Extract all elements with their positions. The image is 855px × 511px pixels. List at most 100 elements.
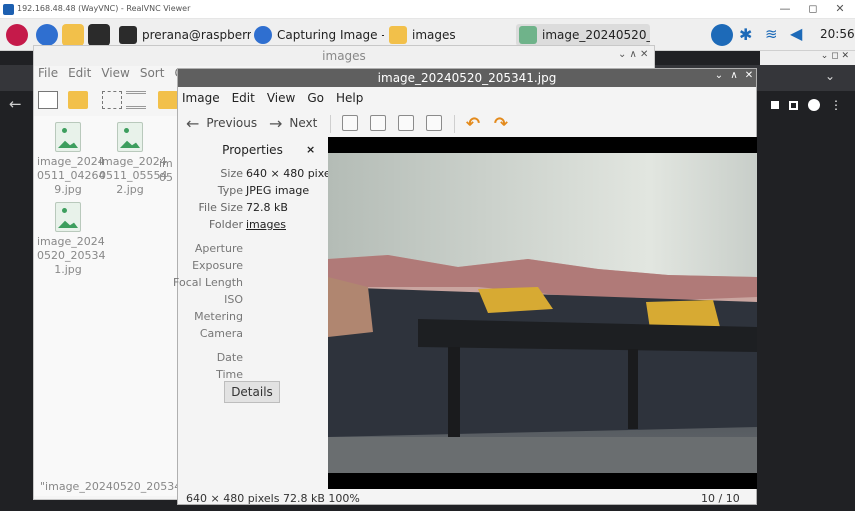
- file-manager-menubar: File Edit View Sort Go: [34, 66, 191, 86]
- property-value: 640 × 480 pixels: [246, 167, 340, 180]
- file-name-line: 1.jpg: [54, 263, 82, 276]
- image-icon: [519, 26, 537, 44]
- details-button[interactable]: Details: [224, 381, 280, 403]
- next-label: Next: [289, 116, 318, 130]
- volume-icon[interactable]: ◀: [790, 24, 802, 43]
- list-view-icon[interactable]: [126, 91, 146, 109]
- browser-toolbar-icons: ⋮: [757, 97, 855, 113]
- menu-view[interactable]: View: [267, 88, 295, 108]
- menu-edit[interactable]: Edit: [232, 88, 255, 108]
- zoom-fit-icon[interactable]: [398, 115, 414, 131]
- file-item[interactable]: image_2024 0511_05554 2.jpg: [99, 120, 168, 197]
- rotate-left-icon[interactable]: ↶: [464, 114, 482, 134]
- raspberry-menu-icon[interactable]: [6, 24, 28, 46]
- new-folder-icon[interactable]: [68, 91, 88, 109]
- file-icon-grid: image_2024 0511_04264 9.jpg image_2024 0…: [34, 116, 179, 496]
- file-manager-launcher-icon[interactable]: [62, 24, 84, 46]
- browser-window-controls[interactable]: ⌄ ◻ ✕: [760, 51, 855, 65]
- viewer-close-button[interactable]: ✕: [742, 70, 756, 81]
- property-key: ISO: [224, 293, 243, 306]
- property-key: Time: [216, 368, 243, 381]
- image-canvas[interactable]: [328, 137, 757, 489]
- vnc-close-button[interactable]: ✕: [829, 2, 851, 15]
- tab-search-chevron-icon[interactable]: ⌄: [825, 69, 835, 83]
- file-manager-status: "image_20240520_205341.jp: [40, 480, 179, 493]
- menu-go[interactable]: Go: [307, 88, 324, 108]
- zoom-out-icon[interactable]: [370, 115, 386, 131]
- menu-image[interactable]: Image: [182, 88, 220, 108]
- property-key: Camera: [199, 327, 243, 340]
- side-panel-icon[interactable]: [789, 100, 798, 110]
- properties-close-icon[interactable]: ×: [306, 143, 315, 156]
- property-exposure: Exposure: [178, 259, 327, 276]
- previous-button[interactable]: ← Previous: [186, 113, 257, 133]
- viewer-maximize-button[interactable]: ∧: [727, 70, 741, 81]
- chromium-icon: [254, 26, 272, 44]
- file-manager-title: images: [34, 46, 654, 66]
- file-name-line: 0511_04264: [37, 169, 106, 182]
- menu-sort[interactable]: Sort: [140, 66, 165, 86]
- vnc-minimize-button[interactable]: —: [774, 2, 796, 15]
- next-button[interactable]: → Next: [269, 113, 317, 133]
- file-name-line: 05: [159, 171, 173, 184]
- image-file-icon: [117, 122, 143, 152]
- task-image-viewer[interactable]: image_20240520_20...: [516, 24, 650, 46]
- folder-link[interactable]: images: [246, 218, 286, 231]
- property-date: Date: [178, 351, 327, 368]
- property-file-size: File Size 72.8 kB: [178, 201, 327, 218]
- file-name-line: image_2024: [99, 155, 167, 168]
- property-aperture: Aperture: [178, 242, 327, 259]
- terminal-launcher-icon[interactable]: [88, 24, 110, 46]
- property-key: Aperture: [194, 242, 243, 255]
- rotate-right-icon[interactable]: ↷: [492, 114, 510, 134]
- vnc-title-bar: 192.168.48.48 (WayVNC) - RealVNC Viewer …: [0, 0, 855, 19]
- menu-edit[interactable]: Edit: [68, 66, 91, 86]
- file-item[interactable]: image_2024 0511_04264 9.jpg: [37, 120, 106, 197]
- task-label: Capturing Image - Ch...: [277, 28, 384, 42]
- property-type: Type JPEG image: [178, 184, 327, 201]
- file-name-line: 9.jpg: [54, 183, 82, 196]
- toolbar-separator: [330, 115, 331, 133]
- browser-back-icon[interactable]: ←: [9, 95, 22, 113]
- file-item[interactable]: image_2024 0520_20534 1.jpg: [37, 200, 106, 277]
- file-manager-window-controls[interactable]: ⌄ ∧ ✕: [618, 49, 648, 60]
- home-folder-icon[interactable]: [158, 91, 178, 109]
- image-viewer-window: image_20240520_205341.jpg ⌄ ∧ ✕ Image Ed…: [173, 68, 757, 505]
- vnc-app-icon: [3, 4, 14, 15]
- property-value: 72.8 kB: [246, 201, 288, 214]
- wifi-icon[interactable]: ≋: [765, 25, 778, 43]
- file-name-line: 2.jpg: [116, 183, 144, 196]
- image-file-icon: [55, 122, 81, 152]
- property-size: Size 640 × 480 pixels: [178, 167, 339, 184]
- extension-icon[interactable]: [771, 101, 779, 109]
- file-item[interactable]: im 05: [159, 120, 179, 185]
- file-name-line: image_2024: [37, 155, 105, 168]
- task-terminal[interactable]: prerana@raspberrypi...: [116, 24, 251, 46]
- task-label: images: [412, 28, 456, 42]
- more-menu-icon[interactable]: ⋮: [830, 98, 842, 112]
- properties-panel: Properties × Size 640 × 480 pixels Type …: [173, 137, 339, 487]
- viewer-minimize-button[interactable]: ⌄: [712, 70, 726, 81]
- vnc-maximize-button[interactable]: ◻: [802, 2, 824, 15]
- property-key: Size: [220, 167, 243, 180]
- bluetooth-icon[interactable]: ✱: [739, 25, 752, 44]
- browser-launcher-icon[interactable]: [36, 24, 58, 46]
- updates-icon[interactable]: [711, 24, 733, 46]
- property-focal-length: Focal Length: [173, 276, 327, 293]
- file-name-line: image_2024: [37, 235, 105, 248]
- property-folder: Folder images: [178, 218, 327, 235]
- menu-view[interactable]: View: [101, 66, 129, 86]
- new-window-icon[interactable]: [38, 91, 58, 109]
- clock[interactable]: 20:56: [820, 27, 855, 41]
- property-key: Type: [217, 184, 243, 197]
- property-key: Metering: [194, 310, 243, 323]
- profile-icon[interactable]: [808, 99, 820, 111]
- zoom-original-icon[interactable]: [426, 115, 442, 131]
- task-file-manager[interactable]: images: [386, 24, 516, 46]
- menu-help[interactable]: Help: [336, 88, 363, 108]
- icon-view-icon[interactable]: [102, 91, 122, 109]
- zoom-in-icon[interactable]: [342, 115, 358, 131]
- folder-icon: [389, 26, 407, 44]
- task-chromium[interactable]: Capturing Image - Ch...: [251, 24, 384, 46]
- menu-file[interactable]: File: [38, 66, 58, 86]
